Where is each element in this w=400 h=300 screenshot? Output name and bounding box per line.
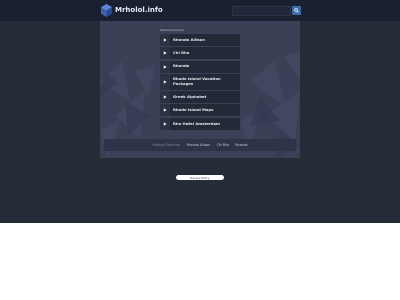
result-item-greek-alphabet[interactable]: Greek Alphabet [160, 91, 240, 104]
play-arrow-icon [163, 95, 167, 99]
arrow-box [160, 91, 170, 104]
search-button[interactable] [292, 6, 301, 15]
footer-links-bar: Related Searches Rhonda Allison Chi Rho … [104, 139, 296, 151]
arrow-box [160, 74, 170, 90]
site-name[interactable]: Mrholol.info [115, 5, 163, 15]
result-label: Chi Rho [173, 50, 190, 56]
search-icon [294, 8, 299, 13]
result-label: Rhonda [173, 63, 190, 69]
play-arrow-icon [163, 122, 167, 126]
footer-link-chi-rho[interactable]: Chi Rho [217, 143, 229, 147]
result-list: Rhonda Allison Chi Rho Rhonda Rhode Isla… [160, 34, 240, 131]
play-arrow-icon [163, 108, 167, 113]
cube-icon[interactable] [101, 4, 112, 17]
play-arrow-icon [163, 65, 167, 69]
result-label: Greek Alphabet [173, 93, 207, 99]
result-item-rhode-island-maps[interactable]: Rhode Island Maps [160, 104, 240, 117]
search-input[interactable] [232, 6, 291, 16]
related-searches-label: Related Searches [160, 28, 185, 32]
result-label: Rho Hotel Amsterdam [173, 120, 221, 126]
footer-link-rhonda-allison[interactable]: Rhonda Allison [187, 143, 211, 147]
arrow-box [160, 34, 170, 46]
result-item-rhonda[interactable]: Rhonda [160, 60, 240, 73]
arrow-box [160, 60, 170, 73]
play-arrow-icon [163, 38, 167, 42]
arrow-box [160, 117, 170, 130]
result-item-rhode-island-vacation-packages[interactable]: Rhode Island Vacation Packages [160, 74, 240, 90]
result-label: Rhonda Allison [173, 36, 205, 42]
main-panel: Related Searches Rhonda Allison Chi Rho … [100, 21, 300, 158]
arrow-box [160, 47, 170, 60]
footer-link-rhonda[interactable]: Rhonda [235, 143, 247, 147]
footer-link-related-searches: Related Searches [152, 143, 181, 147]
play-arrow-icon [163, 51, 167, 55]
play-arrow-icon [163, 80, 167, 84]
result-item-chi-rho[interactable]: Chi Rho [160, 47, 240, 60]
site-header: Mrholol.info [0, 0, 400, 21]
arrow-box [160, 104, 170, 117]
result-label: Rhode Island Maps [173, 107, 214, 113]
privacy-policy-link[interactable]: Privacy Policy [176, 175, 224, 180]
result-label: Rhode Island Vacation Packages [173, 76, 221, 86]
result-item-rhonda-allison[interactable]: Rhonda Allison [160, 34, 240, 46]
result-item-rho-hotel-amsterdam[interactable]: Rho Hotel Amsterdam [160, 117, 240, 130]
